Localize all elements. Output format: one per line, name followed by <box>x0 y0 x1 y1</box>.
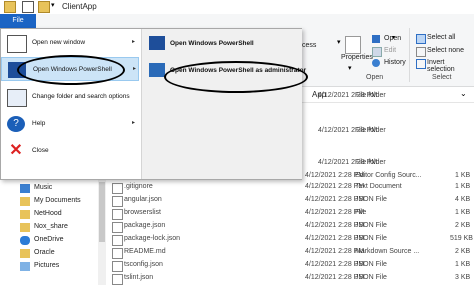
folder-icon[interactable] <box>38 1 50 13</box>
chevron-right-icon: ▸ <box>133 66 137 72</box>
history-button[interactable]: History <box>384 59 406 66</box>
folder-icon <box>20 249 30 258</box>
annotation-ellipse <box>164 61 308 93</box>
chevron-down-icon[interactable]: ▾ <box>337 38 341 46</box>
markdown-file-icon <box>112 248 123 259</box>
file-icon <box>112 183 123 194</box>
invert-selection-button[interactable]: Invert selection <box>427 59 474 73</box>
annotation-ellipse <box>17 55 125 85</box>
options-icon <box>7 89 27 107</box>
invert-selection-icon <box>416 59 426 69</box>
cloud-icon <box>20 236 30 245</box>
menu-item-open-new-window[interactable]: Open new window ▸ <box>1 31 139 55</box>
chevron-down-icon[interactable]: ▾ <box>348 64 352 72</box>
help-icon: ? <box>7 116 25 132</box>
title-bar: ▾ ClientApp <box>0 0 474 14</box>
chevron-right-icon: ▸ <box>132 39 136 45</box>
group-divider <box>409 28 410 82</box>
table-row[interactable]: angular.json 4/12/2021 2:28 PM JSON File… <box>110 195 474 207</box>
folder-icon <box>20 223 30 232</box>
powershell-submenu: Open Windows PowerShell Open Windows Pow… <box>141 29 306 179</box>
window-title: ClientApp <box>62 2 97 11</box>
edit-button[interactable]: Edit <box>384 47 396 54</box>
json-file-icon <box>112 261 123 272</box>
open-icon <box>372 35 380 43</box>
properties-button[interactable]: Properties <box>341 54 373 61</box>
chevron-right-icon: ▸ <box>132 120 136 126</box>
json-file-icon <box>112 196 123 207</box>
select-none-button[interactable]: Select none <box>427 47 464 54</box>
scrollbar-thumb[interactable] <box>99 182 105 242</box>
checkbox-icon[interactable] <box>22 1 34 13</box>
file-menu: Open new window ▸ Open Windows PowerShel… <box>0 28 306 180</box>
folder-icon[interactable] <box>4 1 16 13</box>
music-icon <box>20 184 30 193</box>
file-tab[interactable]: File <box>0 14 36 28</box>
table-row[interactable]: README.md 4/12/2021 2:28 PM Markdown Sou… <box>110 247 474 259</box>
menu-item-open-powershell[interactable]: Open Windows PowerShell <box>146 33 298 55</box>
select-all-icon <box>416 34 426 44</box>
folder-icon <box>20 210 30 219</box>
json-file-icon <box>112 222 123 233</box>
table-row[interactable]: browserslist 4/12/2021 2:28 PM File 1 KB <box>110 208 474 220</box>
table-row[interactable]: tslint.json 4/12/2021 2:28 PM JSON File … <box>110 273 474 285</box>
select-all-button[interactable]: Select all <box>427 34 455 41</box>
qat-dropdown-icon[interactable]: ▾ <box>51 1 59 11</box>
table-row[interactable]: tsconfig.json 4/12/2021 2:28 PM JSON Fil… <box>110 260 474 272</box>
menu-item-help[interactable]: ? Help ▸ <box>1 112 139 136</box>
group-select-label: Select <box>432 74 452 81</box>
edit-icon <box>372 47 382 57</box>
window-icon <box>7 35 27 53</box>
menu-item-close[interactable]: ✕ Close <box>1 139 139 163</box>
easy-access-fragment[interactable]: cess <box>302 42 316 49</box>
properties-icon[interactable] <box>345 36 361 54</box>
file-icon <box>112 209 123 220</box>
file-menu-commands: Open new window ▸ Open Windows PowerShel… <box>1 29 141 179</box>
powershell-icon <box>149 36 165 50</box>
json-file-icon <box>112 274 123 285</box>
history-icon <box>372 59 380 67</box>
json-file-icon <box>112 235 123 246</box>
menu-item-folder-options[interactable]: Change folder and search options <box>1 85 139 109</box>
table-row[interactable]: package-lock.json 4/12/2021 2:28 PM JSON… <box>110 234 474 246</box>
pictures-icon <box>20 262 30 271</box>
close-icon: ✕ <box>9 142 23 159</box>
group-open-label: Open <box>366 74 384 81</box>
select-none-icon <box>416 47 426 57</box>
table-row[interactable]: package.json 4/12/2021 2:28 PM JSON File… <box>110 221 474 233</box>
folder-icon <box>20 197 30 206</box>
powershell-admin-icon <box>149 63 165 77</box>
chevron-down-icon[interactable]: ▾ <box>392 34 395 41</box>
table-row[interactable]: .gitignore 4/12/2021 2:28 PM Text Docume… <box>110 182 474 194</box>
